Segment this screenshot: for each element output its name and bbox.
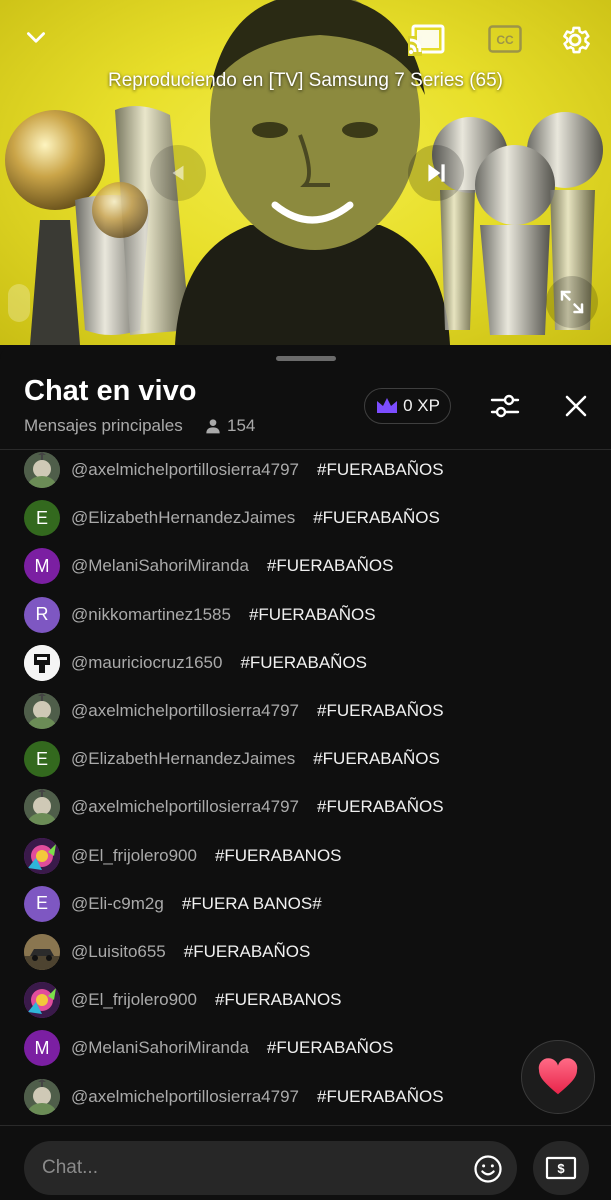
- chat-input[interactable]: [24, 1141, 517, 1195]
- seek-handle[interactable]: [8, 284, 30, 322]
- avatar[interactable]: R: [24, 596, 60, 633]
- chat-message[interactable]: @axelmichelportillosierra4797 #FUERABAÑOS: [24, 1078, 444, 1115]
- viewer-count-value: 154: [227, 416, 256, 435]
- chat-message[interactable]: M @MelaniSahoriMiranda #FUERABAÑOS: [24, 548, 394, 585]
- chat-message[interactable]: M @MelaniSahoriMiranda #FUERABAÑOS: [24, 1030, 394, 1067]
- avatar[interactable]: [24, 693, 60, 729]
- super-chat-dollar-icon[interactable]: $: [533, 1141, 589, 1195]
- previous-icon[interactable]: [150, 145, 206, 201]
- svg-text:CC: CC: [496, 33, 514, 47]
- avatar[interactable]: [24, 644, 60, 681]
- chat-message[interactable]: @axelmichelportillosierra4797 #FUERABAÑOS: [24, 789, 444, 826]
- message-author[interactable]: @El_frijolero900: [71, 990, 197, 1010]
- message-author[interactable]: @MelaniSahoriMiranda: [71, 1038, 249, 1058]
- chat-message[interactable]: @mauriciocruz1650 #FUERABAÑOS: [24, 644, 368, 681]
- viewer-count: 154: [205, 416, 255, 436]
- avatar[interactable]: E: [24, 885, 60, 922]
- avatar[interactable]: [24, 452, 60, 488]
- message-author[interactable]: @axelmichelportillosierra4797: [71, 701, 299, 721]
- message-author[interactable]: @El_frijolero900: [71, 846, 197, 866]
- message-text: #FUERABAÑOS: [266, 1038, 394, 1058]
- message-author[interactable]: @axelmichelportillosierra4797: [71, 1087, 299, 1107]
- message-author[interactable]: @axelmichelportillosierra4797: [71, 797, 299, 817]
- chat-mode-selector[interactable]: Mensajes principales: [24, 416, 183, 436]
- closed-captions-icon[interactable]: CC: [486, 22, 524, 56]
- close-icon[interactable]: [558, 388, 594, 424]
- avatar[interactable]: E: [24, 500, 60, 537]
- chat-message[interactable]: E @ElizabethHernandezJaimes #FUERABAÑOS: [24, 741, 440, 778]
- settings-gear-icon[interactable]: [555, 20, 595, 60]
- message-text: #FUERABAÑOS: [313, 508, 440, 528]
- emoji-icon[interactable]: [472, 1153, 504, 1185]
- avatar[interactable]: M: [24, 548, 60, 585]
- filter-sliders-icon[interactable]: [484, 388, 526, 424]
- avatar[interactable]: M: [24, 1030, 60, 1067]
- chat-message[interactable]: @El_frijolero900 #FUERABANOS: [24, 982, 342, 1019]
- message-text: #FUERA BANOS#: [181, 893, 322, 913]
- chat-message[interactable]: @El_frijolero900 #FUERABANOS: [24, 837, 342, 874]
- skip-next-icon[interactable]: [408, 145, 464, 201]
- chat-message[interactable]: @axelmichelportillosierra4797 #FUERABAÑOS: [24, 452, 444, 488]
- message-author[interactable]: @ElizabethHernandezJaimes: [71, 508, 295, 528]
- crown-icon: [377, 398, 398, 413]
- message-author[interactable]: @mauriciocruz1650: [71, 653, 222, 673]
- avatar[interactable]: E: [24, 741, 60, 778]
- avatar[interactable]: [24, 837, 60, 874]
- cast-status-text: Reproduciendo en [TV] Samsung 7 Series (…: [108, 70, 503, 91]
- message-author[interactable]: @ElizabethHernandezJaimes: [71, 749, 295, 769]
- svg-text:$: $: [557, 1161, 565, 1176]
- fullscreen-icon[interactable]: [546, 276, 598, 328]
- message-text: #FUERABAÑOS: [313, 749, 440, 769]
- message-text: #FUERABANOS: [214, 990, 342, 1010]
- chat-message[interactable]: @axelmichelportillosierra4797 #FUERABAÑOS: [24, 693, 444, 729]
- avatar[interactable]: [24, 789, 60, 826]
- chat-message[interactable]: E @ElizabethHernandezJaimes #FUERABAÑOS: [24, 500, 440, 537]
- message-author[interactable]: @axelmichelportillosierra4797: [71, 460, 299, 480]
- message-text: #FUERABAÑOS: [266, 556, 394, 576]
- drag-handle[interactable]: [276, 356, 336, 361]
- heart-icon: [538, 1058, 578, 1095]
- chat-message[interactable]: R @nikkomartinez1585 #FUERABAÑOS: [24, 596, 376, 633]
- message-text: #FUERABAÑOS: [316, 701, 444, 720]
- chat-message[interactable]: @Luisito655 #FUERABAÑOS: [24, 934, 310, 970]
- message-text: #FUERABAÑOS: [248, 604, 376, 624]
- message-text: #FUERABAÑOS: [316, 797, 444, 817]
- chat-message-list[interactable]: @axelmichelportillosierra4797 #FUERABAÑOS…: [0, 450, 611, 1115]
- chat-title: Chat en vivo: [24, 375, 197, 407]
- person-icon: [206, 419, 220, 434]
- message-author[interactable]: @MelaniSahoriMiranda: [71, 556, 249, 576]
- message-author[interactable]: @Luisito655: [71, 942, 166, 962]
- message-author[interactable]: @Eli-c9m2g: [71, 894, 164, 914]
- message-text: #FUERABAÑOS: [240, 652, 368, 672]
- message-text: #FUERABANOS: [214, 845, 342, 865]
- xp-value: 0 XP: [403, 396, 440, 415]
- avatar[interactable]: [24, 1078, 60, 1115]
- chat-input-bar: $: [0, 1125, 611, 1200]
- chat-message[interactable]: E @Eli-c9m2g #FUERA BANOS#: [24, 885, 322, 922]
- avatar[interactable]: [24, 982, 60, 1019]
- live-chat-panel: Chat en vivo Mensajes principales 154 0 …: [0, 345, 611, 1200]
- message-text: #FUERABAÑOS: [316, 460, 444, 479]
- avatar[interactable]: [24, 934, 60, 970]
- message-author[interactable]: @nikkomartinez1585: [71, 605, 231, 625]
- cast-icon[interactable]: [405, 20, 449, 60]
- xp-button[interactable]: 0 XP: [364, 388, 451, 424]
- heart-reaction-button[interactable]: [521, 1040, 595, 1114]
- video-player[interactable]: CC Reproduciendo en [TV] Samsung 7 Serie…: [0, 0, 611, 345]
- chevron-down-icon[interactable]: [18, 20, 54, 56]
- message-text: #FUERABAÑOS: [183, 942, 311, 961]
- message-text: #FUERABAÑOS: [316, 1086, 444, 1106]
